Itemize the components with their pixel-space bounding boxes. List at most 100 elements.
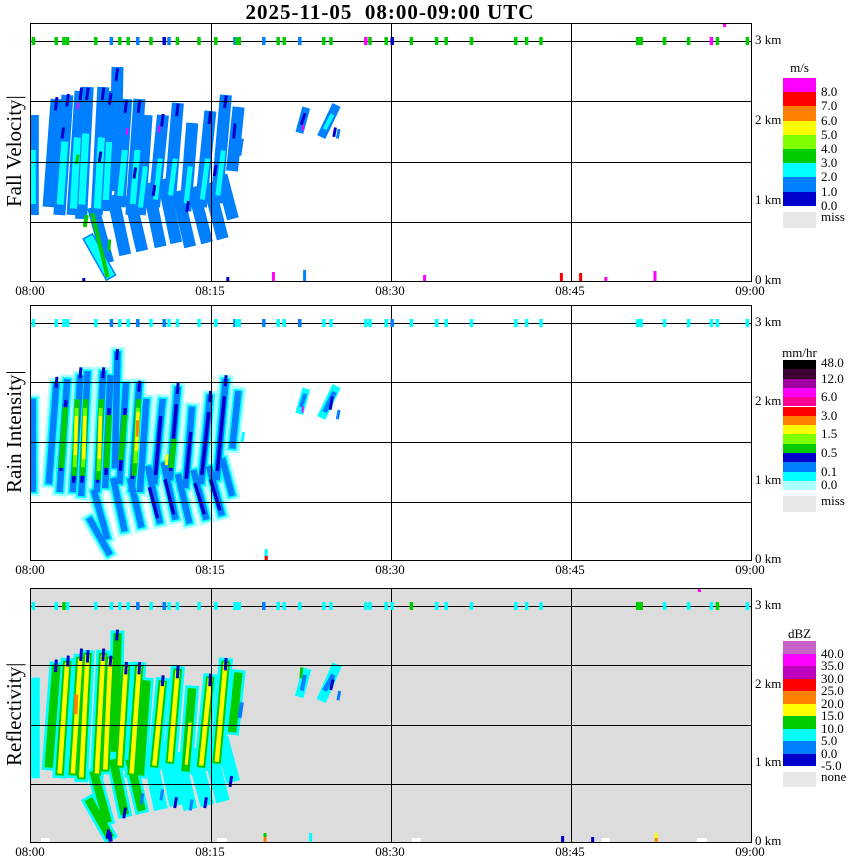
gate-tick-3km [322, 602, 326, 610]
echo-detail [171, 442, 173, 466]
legend-missing-swatch [783, 212, 816, 228]
echo-detail [177, 105, 178, 115]
gate-tick-3km [136, 37, 140, 45]
legend-color-band [783, 92, 816, 106]
gate-tick-3km [276, 602, 280, 610]
gate-tick-surface [303, 270, 306, 281]
gate-tick-3km [94, 602, 98, 610]
legend-color-band [783, 177, 816, 191]
time-label: 08:00 [15, 562, 45, 578]
gate-tick-3km [118, 319, 122, 327]
echo-detail [120, 153, 124, 193]
gate-tick-3km [136, 319, 140, 327]
gate-tick-3km [235, 319, 241, 327]
legend-color-band [783, 729, 816, 742]
legend-color-band [783, 135, 816, 149]
gate-tick-surface [560, 273, 563, 281]
gridline-vertical [571, 306, 572, 560]
gridline-vertical [571, 589, 572, 842]
echo-streak [223, 181, 231, 213]
height-label: 3 km [755, 32, 781, 48]
gate-tick-3km [262, 319, 266, 327]
echo-detail [225, 377, 226, 385]
echo-detail [68, 657, 69, 665]
echo-detail [67, 95, 68, 105]
gate-tick-3km [746, 319, 750, 327]
gate-tick-3km [118, 37, 122, 45]
echo-detail [124, 809, 125, 817]
echo-detail [338, 411, 339, 417]
gate-tick-3km [322, 319, 326, 327]
echo-detail [81, 650, 82, 659]
ylabel-rain-intensity: Rain Intensity| [1, 305, 27, 559]
ylabel-reflectivity: Reflectivity| [1, 588, 27, 841]
echo-detail [121, 418, 125, 458]
echo-detail [80, 369, 81, 377]
gate-tick-3km [687, 319, 691, 327]
echo-detail [77, 156, 78, 162]
panel-fall-velocity [30, 23, 752, 282]
gate-tick-3km [390, 37, 394, 45]
echo-detail [82, 137, 86, 201]
gate-tick-3km [410, 602, 414, 610]
gate-tick-surface [602, 838, 610, 842]
echo-detail [98, 141, 102, 205]
legend-scale-value: 6.0 [821, 389, 837, 405]
gate-tick-3km [410, 319, 414, 327]
plot-reflectivity [31, 589, 751, 842]
echo-detail [177, 385, 178, 393]
gate-tick-surface [654, 271, 657, 281]
echo-streak [115, 637, 117, 747]
echo-detail [215, 167, 216, 175]
legend-color-band [783, 360, 816, 369]
gate-tick-3km [66, 602, 70, 610]
gate-tick-3km [276, 319, 280, 327]
time-label: 08:30 [375, 283, 405, 299]
gate-tick-3km [282, 319, 286, 327]
legend-color-band [783, 163, 816, 177]
gate-tick-3km [368, 319, 372, 327]
echo-detail [225, 659, 226, 668]
echo-detail [240, 704, 242, 716]
echo-detail [242, 434, 243, 442]
gate-tick-3km [149, 602, 153, 610]
gate-tick-3km [110, 37, 114, 45]
plot-fall-velocity [31, 24, 751, 281]
echo-detail [102, 89, 103, 99]
gate-tick-3km [167, 319, 171, 327]
echo-detail [302, 677, 304, 689]
gate-tick-surface [561, 836, 564, 842]
gate-tick-3km [176, 319, 180, 327]
gate-tick-3km [636, 602, 643, 610]
gate-tick-surface [309, 833, 312, 842]
gate-tick-3km [235, 37, 241, 45]
legend-missing-swatch [783, 496, 816, 512]
height-label: 2 km [755, 112, 781, 128]
echo-detail [110, 657, 111, 665]
gate-tick-3km [470, 602, 474, 610]
legend-color-band [783, 691, 816, 704]
legend-color-band [783, 407, 816, 416]
echo-detail [301, 669, 302, 677]
legend-color-band [783, 453, 816, 462]
gate-tick-3km [162, 319, 166, 327]
gate-tick-3km [197, 602, 201, 610]
legend-missing-label: none [821, 769, 846, 785]
gate-tick-3km [746, 37, 750, 45]
gate-tick-3km [62, 37, 66, 45]
gate-tick-3km [32, 602, 36, 610]
echo-detail [87, 652, 88, 661]
gate-tick-3km [514, 602, 518, 610]
echo-detail [138, 102, 139, 112]
time-label: 08:15 [195, 562, 225, 578]
gate-tick-3km [710, 319, 714, 327]
echo-detail [125, 102, 126, 112]
gate-tick-surface [412, 838, 421, 842]
gate-tick-3km [235, 602, 241, 610]
gate-tick-3km [298, 37, 302, 45]
gate-tick-3km [663, 37, 667, 45]
echo-detail [74, 141, 78, 205]
legend-color-band [783, 397, 816, 406]
gate-tick-3km [66, 319, 70, 327]
gate-tick-3km [364, 319, 368, 327]
